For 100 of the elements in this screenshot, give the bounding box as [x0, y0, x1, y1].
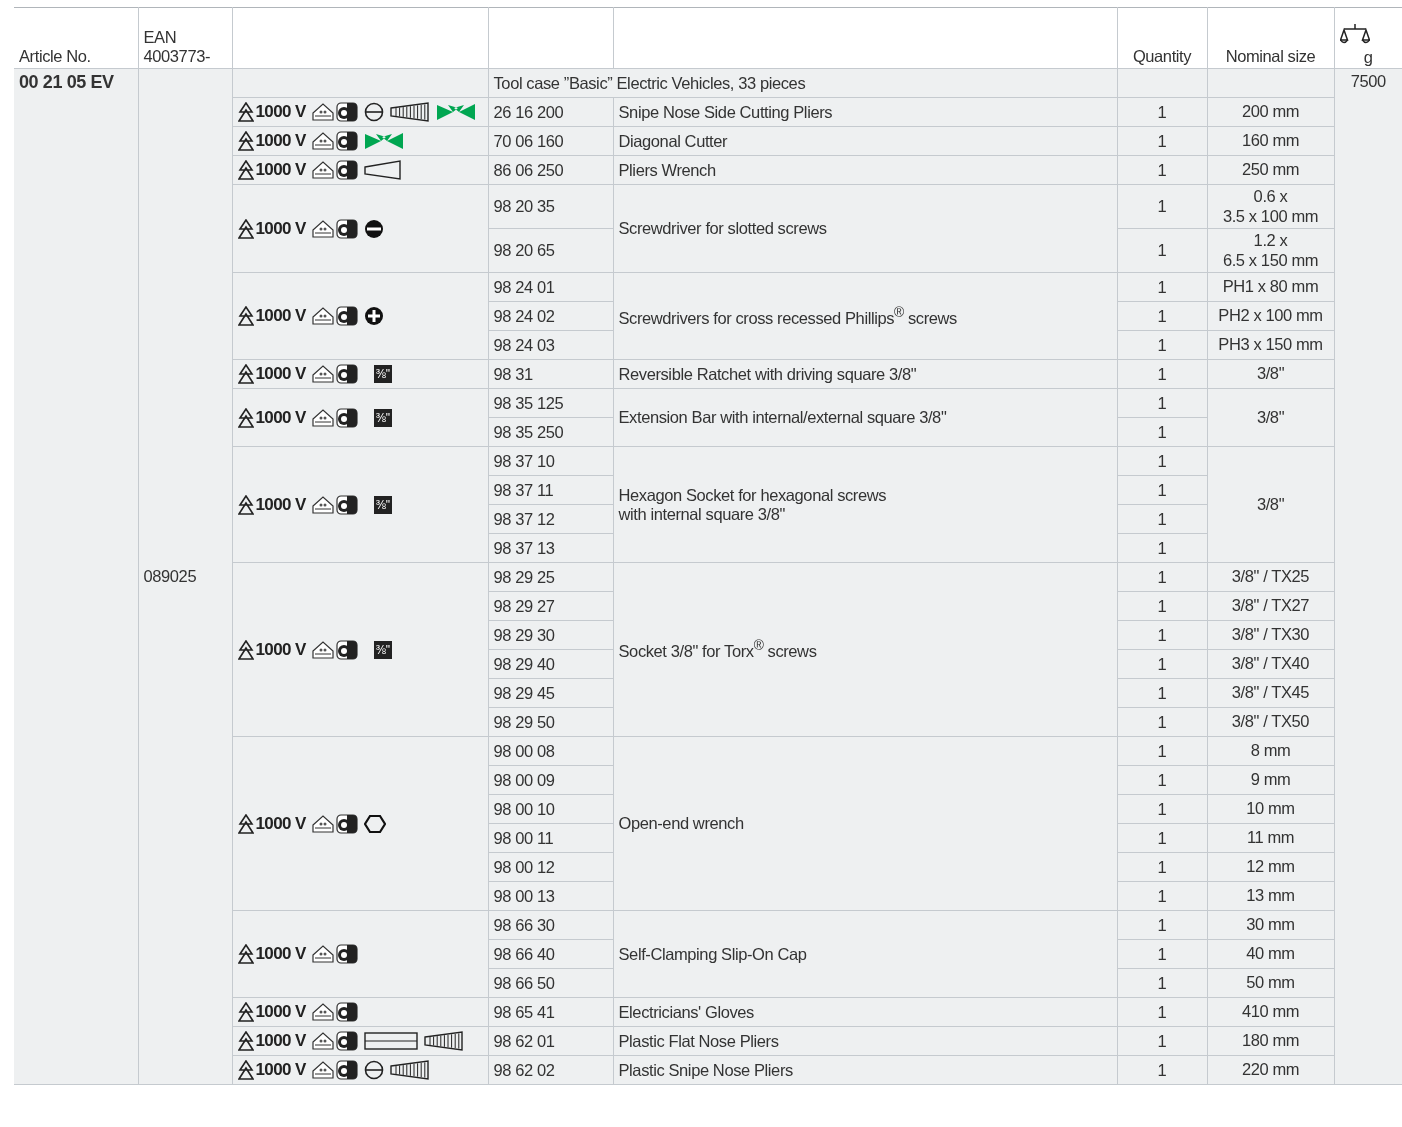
square-drive-badge: ⅜" — [373, 408, 393, 427]
table-cell: 7500 — [1334, 68, 1402, 1085]
certification-mark-icon — [335, 944, 358, 964]
table-cell: 1 — [1117, 591, 1207, 621]
house-mark-icon — [311, 1032, 334, 1050]
table-cell: 1 — [1117, 649, 1207, 679]
table-cell: 1 — [1117, 359, 1207, 389]
voltage-rating: 1000 V — [255, 102, 306, 122]
voltage-rating: 1000 V — [255, 494, 306, 515]
house-mark-icon — [311, 132, 334, 150]
table-cell: 98 62 01 — [488, 1026, 613, 1056]
table-cell: 1 — [1117, 852, 1207, 882]
table-cell: 160 mm — [1207, 126, 1334, 156]
voltage-rating: 1000 V — [255, 407, 306, 428]
table-cell: 3/8" / TX30 — [1207, 620, 1334, 650]
table-cell: 98 29 45 — [488, 678, 613, 708]
double-triangle-icon — [237, 639, 254, 660]
cutter-jaws-icon — [363, 131, 404, 151]
table-cell: 98 66 40 — [488, 939, 613, 969]
voltage-rating: 1000 V — [255, 1060, 306, 1080]
table-cell: 250 mm — [1207, 155, 1334, 185]
table-cell: 98 29 25 — [488, 562, 613, 592]
table-cell: 98 37 12 — [488, 504, 613, 534]
table-cell: 26 16 200 — [488, 97, 613, 127]
square-drive-badge: ⅜" — [373, 640, 393, 659]
table-cell: Diagonal Cutter — [613, 126, 1117, 156]
voltage-rating: 1000 V — [255, 639, 306, 660]
double-triangle-icon — [237, 407, 254, 428]
house-mark-icon — [311, 1003, 334, 1021]
column-header: Nominal size — [1207, 7, 1334, 69]
table-cell: Hexagon Socket for hexagonal screws with internal square 3/8" — [613, 446, 1117, 563]
table-cell: 8 mm — [1207, 736, 1334, 766]
square-drive-badge: ⅜" — [373, 365, 393, 383]
certification-mark-icon — [335, 639, 358, 660]
table-cell: Extension Bar with internal/external square 3/8" — [613, 388, 1117, 447]
table-cell: 9 mm — [1207, 765, 1334, 795]
table-cell: 1 — [1117, 736, 1207, 766]
flat-jaw-icon — [363, 1031, 418, 1051]
table-cell: 40 mm — [1207, 939, 1334, 969]
house-mark-icon — [311, 103, 334, 121]
double-triangle-icon — [237, 102, 254, 122]
table-cell: 1 — [1117, 272, 1207, 302]
striped-taper-icon — [423, 1031, 464, 1051]
table-cell: 1 — [1117, 330, 1207, 360]
double-triangle-icon — [237, 494, 254, 515]
table-cell: 220 mm — [1207, 1055, 1334, 1085]
double-triangle-icon — [237, 364, 254, 384]
table-cell: 200 mm — [1207, 97, 1334, 127]
table-cell: 410 mm — [1207, 997, 1334, 1027]
cross-disc-icon — [363, 306, 384, 326]
hexagon-icon — [363, 813, 386, 834]
voltage-rating: 1000 V — [255, 813, 306, 834]
double-triangle-icon — [237, 1002, 254, 1022]
house-mark-icon — [311, 408, 334, 427]
house-mark-icon — [311, 307, 334, 325]
table-cell: 1 — [1117, 997, 1207, 1027]
table-cell: 3/8" / TX25 — [1207, 562, 1334, 592]
table-cell: 12 mm — [1207, 852, 1334, 882]
house-mark-icon — [311, 945, 334, 963]
table-cell: 98 00 08 — [488, 736, 613, 766]
double-triangle-icon — [237, 306, 254, 326]
table-cell: 3/8" — [1207, 359, 1334, 389]
certification-mark-icon — [335, 160, 358, 180]
house-mark-icon — [311, 1061, 334, 1079]
table-cell: 98 20 65 — [488, 228, 613, 273]
table-cell: Screwdrivers for cross recessed Phillips$^{®}$ screws — [613, 272, 1117, 360]
table-cell: 98 00 10 — [488, 794, 613, 824]
trapezoid-jaw-icon — [363, 160, 402, 180]
table-cell: 1 — [1117, 97, 1207, 127]
voltage-rating: 1000 V — [255, 1031, 306, 1051]
slotted-circle-icon — [363, 102, 384, 122]
table-cell: 98 20 35 — [488, 184, 613, 229]
table-cell: 98 37 13 — [488, 533, 613, 563]
square-drive-badge: ⅜" — [373, 495, 393, 514]
table-cell: 98 29 27 — [488, 591, 613, 621]
table-cell: 3/8" / TX50 — [1207, 707, 1334, 737]
certification-mark-icon — [335, 813, 358, 834]
table-cell: 30 mm — [1207, 910, 1334, 940]
table-cell: 1 — [1117, 562, 1207, 592]
house-mark-icon — [311, 219, 334, 238]
table-cell: 3/8" / TX40 — [1207, 649, 1334, 679]
table-cell: 98 00 13 — [488, 881, 613, 911]
table-cell: 98 62 02 — [488, 1055, 613, 1085]
certification-mark-icon — [335, 102, 358, 122]
table-cell: 1 — [1117, 184, 1207, 229]
table-cell: 089025 — [138, 68, 232, 1085]
double-triangle-icon — [237, 944, 254, 964]
house-mark-icon — [311, 814, 334, 833]
table-cell: 3/8" — [1207, 388, 1334, 447]
table-cell: 3/8" / TX45 — [1207, 678, 1334, 708]
table-cell: 1 — [1117, 388, 1207, 418]
table-cell: PH1 x 80 mm — [1207, 272, 1334, 302]
table-cell: 98 24 03 — [488, 330, 613, 360]
striped-taper-icon — [389, 1060, 430, 1080]
table-cell: PH2 x 100 mm — [1207, 301, 1334, 331]
table-cell: 50 mm — [1207, 968, 1334, 998]
table-cell: 98 37 10 — [488, 446, 613, 476]
column-header: Quantity — [1117, 7, 1207, 69]
table-cell: 1 — [1117, 620, 1207, 650]
table-cell: 98 35 125 — [488, 388, 613, 418]
